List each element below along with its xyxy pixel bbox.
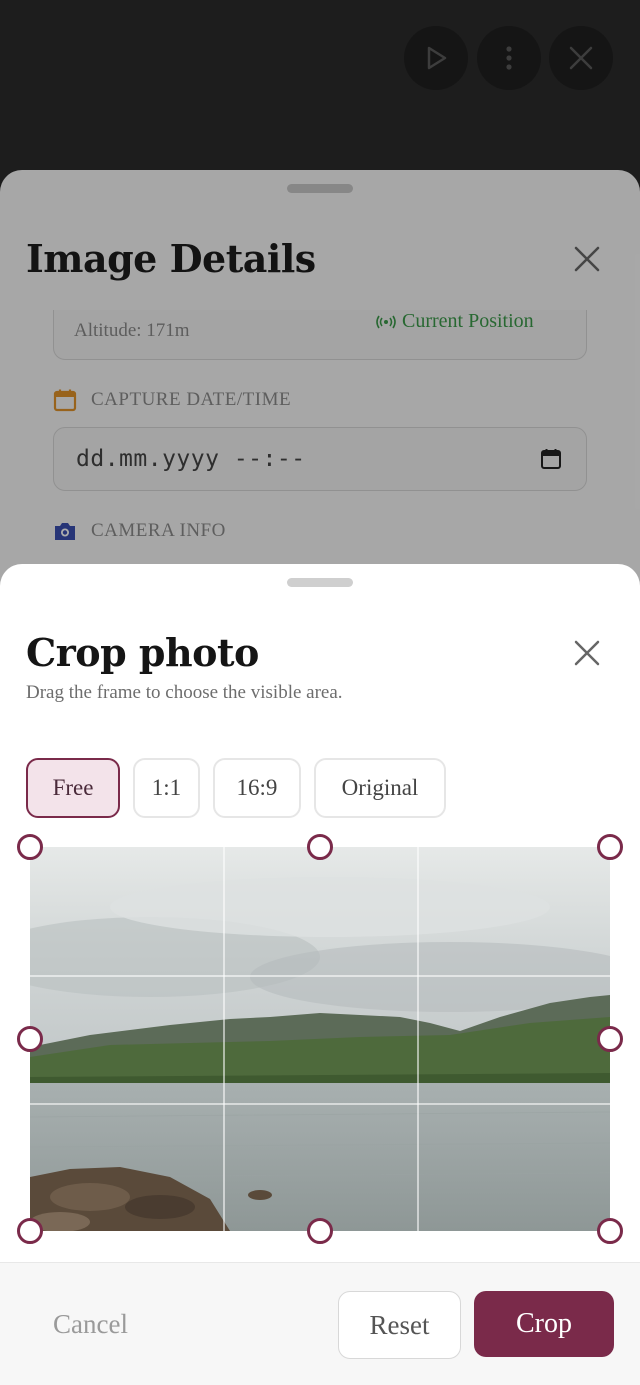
- aspect-16-9-button[interactable]: 16:9: [213, 758, 301, 818]
- aspect-1-1-button[interactable]: 1:1: [133, 758, 200, 818]
- cancel-button[interactable]: Cancel: [53, 1309, 128, 1340]
- landscape-photo: [30, 847, 610, 1231]
- grid-line-h1: [30, 975, 610, 977]
- crop-handle-bottom-right[interactable]: [597, 1218, 623, 1244]
- grid-line-v1: [223, 847, 225, 1231]
- aspect-free-button[interactable]: Free: [26, 758, 120, 818]
- crop-sheet-drag-handle[interactable]: [287, 578, 353, 587]
- crop-button[interactable]: Crop: [474, 1291, 614, 1357]
- close-icon[interactable]: [572, 638, 602, 668]
- aspect-original-button[interactable]: Original: [314, 758, 446, 818]
- crop-photo-image[interactable]: [30, 847, 610, 1231]
- crop-handle-top-left[interactable]: [17, 834, 43, 860]
- crop-sheet-title: Crop photo: [26, 630, 259, 675]
- crop-handle-bottom-center[interactable]: [307, 1218, 333, 1244]
- crop-handle-top-center[interactable]: [307, 834, 333, 860]
- crop-handle-top-right[interactable]: [597, 834, 623, 860]
- crop-handle-middle-right[interactable]: [597, 1026, 623, 1052]
- crop-handle-middle-left[interactable]: [17, 1026, 43, 1052]
- crop-handle-bottom-left[interactable]: [17, 1218, 43, 1244]
- grid-line-v2: [417, 847, 419, 1231]
- reset-button[interactable]: Reset: [338, 1291, 461, 1359]
- crop-sheet-subtitle: Drag the frame to choose the visible are…: [26, 682, 343, 703]
- crop-sheet-footer: Cancel Reset Crop: [0, 1262, 640, 1385]
- grid-line-h2: [30, 1103, 610, 1105]
- crop-photo-sheet: Crop photo Drag the frame to choose the …: [0, 564, 640, 1385]
